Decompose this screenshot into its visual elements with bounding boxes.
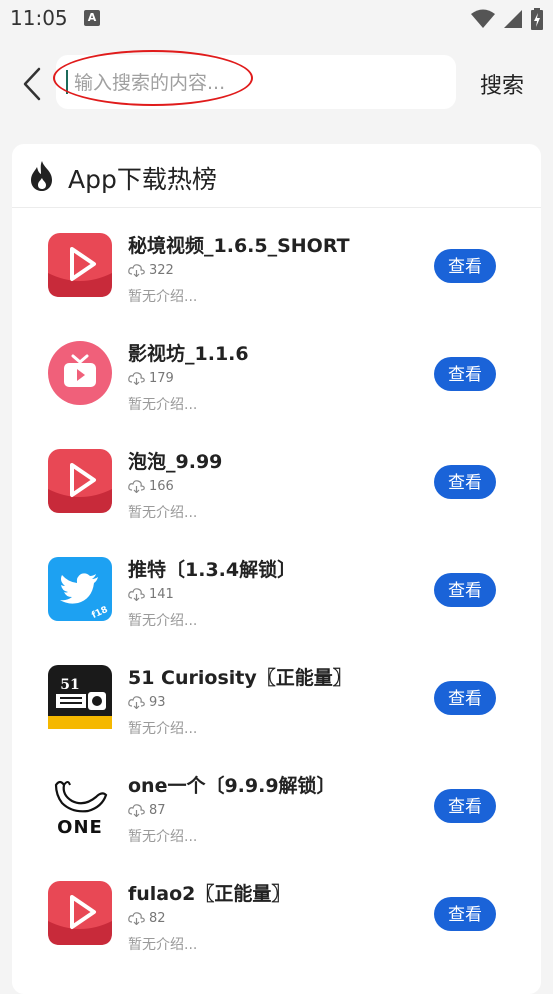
back-button[interactable] [18,66,46,102]
notification-icon: A [84,10,100,26]
download-number: 179 [149,371,174,386]
cloud-download-icon [128,480,145,493]
hot-list-card: App下载热榜 秘境视频_1.6.5_SHORT 322 暂无介绍... 查看 [12,144,541,994]
status-time: 11:05 [10,6,68,30]
list-item[interactable]: 51 51 Curiosity〖正能量〗 93 暂无介绍... 查看 [12,639,541,747]
pink-tv-icon [48,341,112,405]
app-description: 暂无介绍... [128,829,198,845]
search-bar: 搜索 [0,48,553,118]
view-button[interactable]: 查看 [434,357,496,391]
app-name: 秘境视频_1.6.5_SHORT [128,235,350,257]
view-button[interactable]: 查看 [434,897,496,931]
one-whale-icon: ONE [48,773,112,837]
download-number: 141 [149,587,174,602]
download-count: 179 [128,371,174,386]
app-name: 影视坊_1.1.6 [128,343,249,365]
list-item[interactable]: fulao2〖正能量〗 82 暂无介绍... 查看 [12,855,541,963]
app-description: 暂无介绍... [128,613,198,629]
svg-text:ONE: ONE [57,817,103,837]
search-button[interactable]: 搜索 [480,68,524,100]
download-number: 82 [149,911,166,926]
app-name: one一个〔9.9.9解锁〕 [128,775,336,797]
status-bar: 11:05 A [0,0,553,38]
cloud-download-icon [128,372,145,385]
search-field[interactable] [56,55,456,109]
cloud-download-icon [128,696,145,709]
red-play-icon [48,449,112,513]
app-name: fulao2〖正能量〗 [128,883,291,905]
red-play-icon [48,881,112,945]
download-number: 93 [149,695,166,710]
download-number: 322 [149,263,174,278]
app-name: 推特〔1.3.4解锁〕 [128,559,297,581]
app-name: 51 Curiosity〖正能量〗 [128,667,352,689]
red-play-icon [48,233,112,297]
download-count: 82 [128,911,166,926]
app-description: 暂无介绍... [128,397,198,413]
cloud-download-icon [128,804,145,817]
cloud-download-icon [128,588,145,601]
chevron-left-icon [23,67,41,101]
download-count: 141 [128,587,174,602]
download-number: 166 [149,479,174,494]
app-description: 暂无介绍... [128,937,198,953]
app-description: 暂无介绍... [128,721,198,737]
text-cursor [66,70,68,94]
download-count: 87 [128,803,166,818]
list-item[interactable]: 影视坊_1.1.6 179 暂无介绍... 查看 [12,315,541,423]
status-icons [471,8,543,30]
fire-icon [31,161,52,191]
search-input[interactable] [72,65,446,101]
cloud-download-icon [128,912,145,925]
51-curiosity-icon: 51 [48,665,112,729]
download-count: 322 [128,263,174,278]
svg-text:51: 51 [60,677,79,693]
app-name: 泡泡_9.99 [128,451,223,473]
view-button[interactable]: 查看 [434,789,496,823]
wifi-icon [471,9,495,28]
list-item[interactable]: 秘境视频_1.6.5_SHORT 322 暂无介绍... 查看 [12,207,541,315]
app-description: 暂无介绍... [128,289,198,305]
list-item[interactable]: ONE one一个〔9.9.9解锁〕 87 暂无介绍... 查看 [12,747,541,855]
twitter-bird-icon: f18 [48,557,112,621]
view-button[interactable]: 查看 [434,681,496,715]
list-item[interactable]: 泡泡_9.99 166 暂无介绍... 查看 [12,423,541,531]
cloud-download-icon [128,264,145,277]
battery-icon [531,8,543,30]
card-title: App下载热榜 [68,165,217,194]
card-header: App下载热榜 [12,144,541,208]
download-count: 93 [128,695,166,710]
download-count: 166 [128,479,174,494]
signal-icon [504,10,522,28]
download-number: 87 [149,803,166,818]
list-item[interactable]: f18 推特〔1.3.4解锁〕 141 暂无介绍... 查看 [12,531,541,639]
view-button[interactable]: 查看 [434,249,496,283]
view-button[interactable]: 查看 [434,573,496,607]
app-description: 暂无介绍... [128,505,198,521]
view-button[interactable]: 查看 [434,465,496,499]
